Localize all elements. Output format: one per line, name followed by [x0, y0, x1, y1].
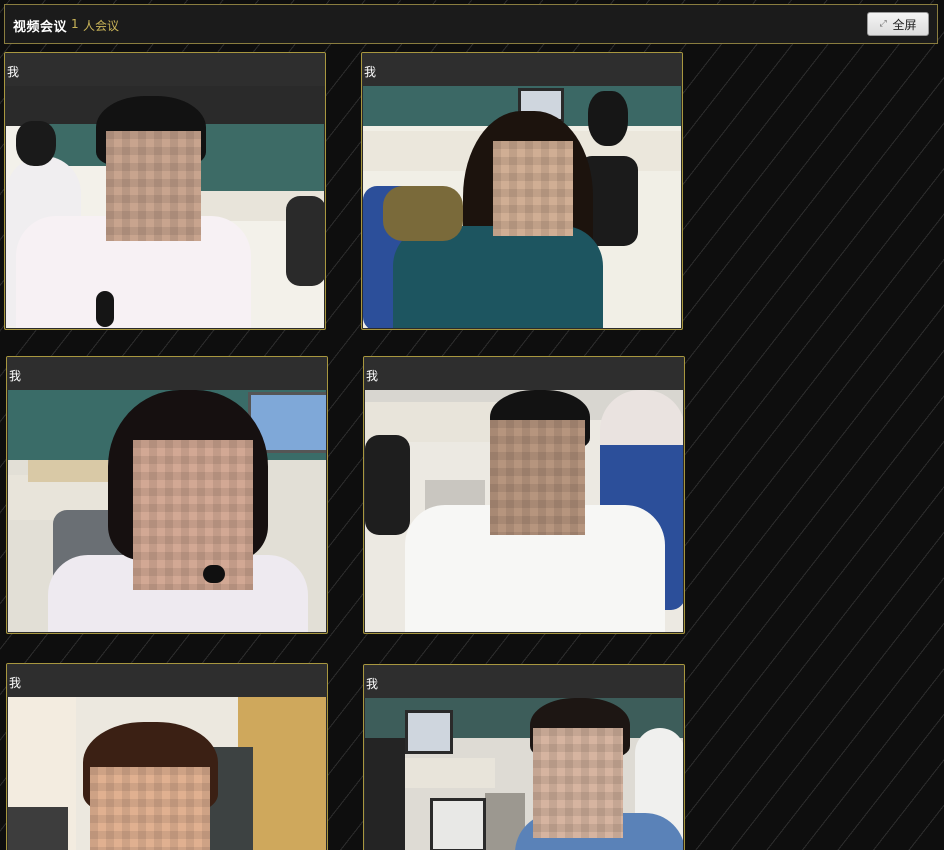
video-tile[interactable]: 我 [6, 356, 328, 634]
participant-name: 我 [9, 676, 22, 690]
participant-name: 我 [364, 65, 377, 79]
conference-title: 视频会议 [13, 20, 68, 35]
video-tile-header: 我 [364, 357, 684, 390]
participant-name: 我 [9, 369, 22, 383]
participant-name: 我 [366, 369, 379, 383]
video-feed [365, 698, 683, 850]
video-tile[interactable]: 我 [4, 52, 326, 330]
video-tile[interactable]: 我 [6, 663, 328, 850]
fullscreen-label: 全屏 [892, 17, 917, 32]
video-tile[interactable]: 我 [361, 52, 683, 330]
video-feed [8, 697, 326, 850]
video-feed [6, 86, 324, 328]
video-feed [365, 390, 683, 632]
participant-count: 1 [71, 17, 79, 31]
expand-icon: ⤢ [879, 19, 887, 29]
participant-name: 我 [7, 65, 20, 79]
video-tile-header: 我 [364, 665, 684, 698]
video-tile[interactable]: 我 [363, 664, 685, 850]
video-tile-header: 我 [362, 53, 682, 86]
participant-name: 我 [366, 677, 379, 691]
video-tile-header: 我 [7, 357, 327, 390]
fullscreen-button[interactable]: ⤢ 全屏 [867, 12, 929, 36]
video-feed [8, 390, 326, 632]
meeting-label: 人会议 [83, 19, 120, 33]
video-feed [363, 86, 681, 328]
video-tile-header: 我 [7, 664, 327, 697]
video-tile-header: 我 [5, 53, 325, 86]
conference-header-bar: 视频会议 1 人会议 ⤢ 全屏 [4, 4, 938, 44]
video-tile[interactable]: 我 [363, 356, 685, 634]
